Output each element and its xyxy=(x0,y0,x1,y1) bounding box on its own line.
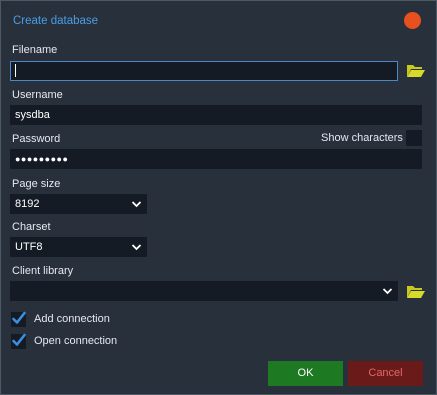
checkmark-icon xyxy=(12,333,26,346)
client-library-select[interactable] xyxy=(10,281,398,301)
charset-label: Charset xyxy=(12,221,51,233)
folder-open-icon[interactable] xyxy=(406,284,426,299)
checkmark-icon xyxy=(12,311,26,324)
password-label: Password xyxy=(12,133,61,145)
filename-label: Filename xyxy=(12,44,58,56)
ok-button[interactable]: OK xyxy=(268,361,343,386)
chevron-down-icon xyxy=(131,244,142,251)
chevron-down-icon xyxy=(131,201,142,208)
username-input[interactable]: sysdba xyxy=(10,105,422,125)
text-caret xyxy=(15,63,16,77)
close-icon[interactable] xyxy=(404,12,421,29)
open-connection-label: Open connection xyxy=(34,335,118,347)
create-database-dialog: Create database Filename Username sysdba… xyxy=(0,0,437,395)
page-size-value: 8192 xyxy=(15,198,40,210)
filename-input[interactable] xyxy=(10,61,398,81)
show-characters-checkbox[interactable] xyxy=(406,130,422,146)
chevron-down-icon xyxy=(382,288,393,295)
open-connection-checkbox[interactable] xyxy=(11,333,26,349)
page-size-select[interactable]: 8192 xyxy=(10,194,147,214)
show-characters-label: Show characters xyxy=(321,132,403,144)
folder-open-icon[interactable] xyxy=(406,63,426,78)
charset-select[interactable]: UTF8 xyxy=(10,237,147,257)
cancel-button[interactable]: Cancel xyxy=(348,361,423,386)
dialog-title: Create database xyxy=(13,15,99,27)
client-library-label: Client library xyxy=(12,265,74,277)
charset-value: UTF8 xyxy=(15,241,43,253)
page-size-label: Page size xyxy=(12,178,61,190)
add-connection-checkbox[interactable] xyxy=(11,311,26,327)
add-connection-label: Add connection xyxy=(34,313,110,325)
password-input[interactable]: ●●●●●●●●● xyxy=(10,149,422,169)
username-label: Username xyxy=(12,89,63,101)
